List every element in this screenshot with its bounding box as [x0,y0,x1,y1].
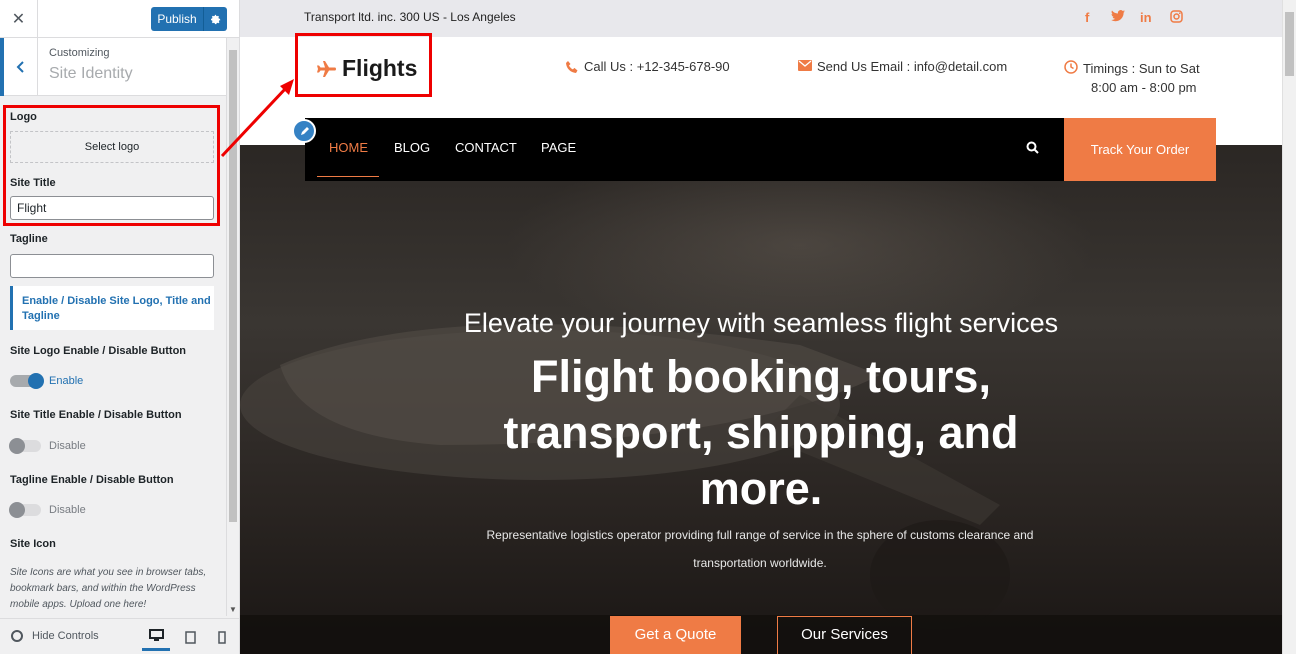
nav-item-contact[interactable]: CONTACT [455,140,517,155]
annotation-highlight-box [3,105,220,226]
tablet-icon [184,630,196,644]
timings-hours: 8:00 am - 8:00 pm [1091,80,1197,95]
timings-info: Timings : Sun to Sat 8:00 am - 8:00 pm [1064,59,1200,97]
linkedin-icon[interactable]: in [1140,10,1152,25]
info-heading: Enable / Disable Site Logo, Title and Ta… [10,286,214,330]
envelope-icon [798,60,812,71]
title-toggle-state: Disable [49,440,86,452]
tagline-toggle-state: Disable [49,504,86,516]
site-icon-description: Site Icons are what you see in browser t… [10,567,207,610]
hide-controls-button[interactable]: Hide Controls [32,630,99,642]
breadcrumb: Customizing [49,47,110,59]
mobile-icon [218,630,226,644]
preview-tablet-button[interactable] [176,623,204,651]
tagline-toggle-label: Tagline Enable / Disable Button [10,474,174,486]
publish-button[interactable]: Publish [151,7,203,31]
nav-item-page[interactable]: PAGE [541,140,576,155]
preview-scrollbar[interactable] [1282,0,1296,654]
phone-icon [566,61,578,73]
customizer-sidebar: ✕ Publish Customizing Site Identity Logo… [0,0,240,654]
chevron-left-icon [16,61,24,73]
edit-shortcut-button[interactable] [292,119,316,143]
publish-settings-button[interactable] [203,7,227,31]
active-nav-indicator [317,176,379,177]
hide-controls-icon[interactable] [11,630,23,642]
section-header: Customizing Site Identity [0,38,226,96]
logo-toggle-state: Enable [49,375,84,387]
search-button[interactable] [1026,141,1044,159]
customizer-header: ✕ Publish [0,0,239,38]
gear-icon [210,14,221,24]
timings-days: Timings : Sun to Sat [1083,61,1200,76]
logo-toggle-label: Site Logo Enable / Disable Button [10,345,187,357]
sidebar-scrollbar[interactable]: ▼ [226,38,239,616]
site-preview: Transport ltd. inc. 300 US - Los Angeles… [240,0,1282,654]
back-button[interactable] [0,38,38,96]
toggle-knob [9,502,25,518]
search-icon [1026,141,1039,154]
title-toggle-label: Site Title Enable / Disable Button [10,409,182,421]
top-address: Transport ltd. inc. 300 US - Los Angeles [304,10,516,24]
toggle-knob [28,373,44,389]
timings-text: Timings : Sun to Sat 8:00 am - 8:00 pm [1083,59,1200,97]
nav-item-home[interactable]: HOME [329,140,368,155]
hero-description: Representative logistics operator provid… [486,528,1034,570]
annotation-highlight-box [295,33,432,97]
instagram-icon[interactable] [1170,10,1183,26]
site-icon-label: Site Icon [10,538,56,550]
pencil-icon [300,126,309,135]
email-info: Send Us Email : info@detail.com [798,59,1007,74]
preview-desktop-button[interactable] [142,623,170,651]
facebook-icon[interactable]: f [1085,10,1089,25]
close-customizer-button[interactable]: ✕ [0,0,38,38]
title-toggle[interactable] [9,438,41,454]
call-label: Call Us : +12-345-678-90 [584,59,730,74]
close-icon: ✕ [11,11,26,28]
tagline-toggle[interactable] [9,502,41,518]
clock-icon [1064,60,1078,74]
hero-title: Flight booking, tours, transport, shippi… [503,351,1019,514]
section-title: Site Identity [49,65,133,82]
our-services-button[interactable]: Our Services [777,616,912,654]
scroll-down-arrow-icon[interactable]: ▼ [229,605,237,614]
twitter-icon[interactable] [1111,10,1125,25]
toggle-knob [9,438,25,454]
email-label: Send Us Email : info@detail.com [817,59,1008,74]
preview-mobile-button[interactable] [208,623,236,651]
main-navigation: HOME BLOG CONTACT PAGE Track Your Order [305,118,1216,181]
track-order-button[interactable]: Track Your Order [1064,118,1216,181]
nav-item-blog[interactable]: BLOG [394,140,430,155]
desktop-icon [148,629,164,641]
tagline-input[interactable] [10,254,214,278]
logo-toggle[interactable] [10,373,44,389]
top-bar: Transport ltd. inc. 300 US - Los Angeles… [240,0,1282,37]
call-info: Call Us : +12-345-678-90 [565,59,730,74]
tagline-label: Tagline [10,233,48,245]
hero-subtitle: Elevate your journey with seamless fligh… [463,308,1059,338]
scrollbar-thumb[interactable] [229,50,237,522]
customizer-footer: Hide Controls [0,618,239,654]
scrollbar-thumb[interactable] [1285,12,1294,76]
get-quote-button[interactable]: Get a Quote [610,616,741,654]
